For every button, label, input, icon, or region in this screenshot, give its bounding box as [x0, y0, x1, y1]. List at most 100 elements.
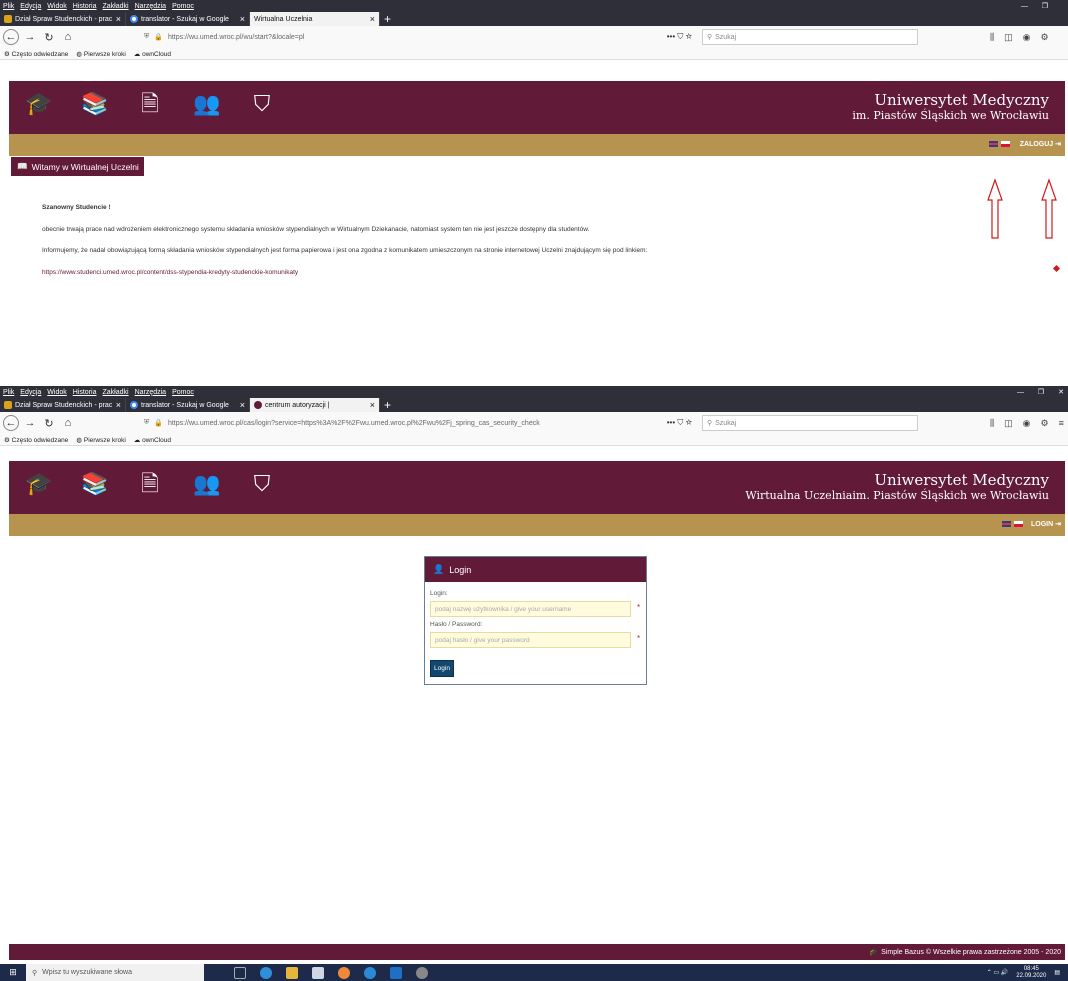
sidebar-icon[interactable]: ◫ [1004, 32, 1013, 43]
edge-icon[interactable] [260, 966, 272, 979]
menu-item[interactable]: Narzędzia [135, 389, 167, 396]
document-icon[interactable]: 🗎 [137, 91, 163, 117]
menu-item[interactable]: Pomoc [172, 3, 194, 10]
username-input[interactable]: podaj nazwę użytkownika / give your user… [430, 601, 631, 617]
login-button[interactable]: Login [430, 660, 454, 677]
new-tab-button[interactable]: + [380, 398, 395, 412]
home-icon[interactable]: ⌂ [60, 415, 76, 431]
library-icon[interactable]: ⫼ [990, 32, 994, 43]
back-icon[interactable]: ← [3, 415, 19, 431]
tab[interactable]: translator - Szukaj w Google × [126, 12, 250, 26]
reload-icon[interactable]: ↻ [41, 415, 57, 431]
home-icon[interactable]: ⌂ [60, 29, 76, 45]
menu-item[interactable]: Zakładki [102, 3, 128, 10]
new-tab-button[interactable]: + [380, 12, 395, 26]
menu-item[interactable]: Plik [3, 389, 14, 396]
bookmark-item[interactable]: ◍ Pierwsze kroki [76, 50, 125, 58]
lecture-icon[interactable]: ⛉ [249, 91, 275, 117]
class-icon[interactable]: 👥 [193, 471, 220, 497]
library-icon[interactable]: ⫼ [990, 418, 994, 429]
tab[interactable]: Dział Spraw Studenckich - prac × [0, 398, 126, 412]
menu-item[interactable]: Zakładki [102, 389, 128, 396]
close-icon[interactable]: × [240, 14, 245, 24]
menu-item[interactable]: Narzędzia [135, 3, 167, 10]
minimize-icon[interactable]: — [1021, 3, 1028, 10]
forward-icon[interactable]: → [22, 415, 38, 431]
books-icon[interactable]: 📚 [81, 471, 108, 497]
graduation-cap-icon[interactable]: 🎓 [25, 471, 52, 497]
maximize-icon[interactable]: ❐ [1038, 388, 1044, 396]
page-actions-icon[interactable]: ••• ⛉ ☆ [667, 418, 692, 428]
flag-en-icon[interactable] [989, 141, 998, 147]
app-icon[interactable] [364, 966, 376, 979]
extension-icon[interactable]: ⚙ [1041, 32, 1049, 43]
sidebar-icon[interactable]: ◫ [1004, 418, 1013, 429]
page-actions-icon[interactable]: ••• ⛉ ☆ [667, 32, 692, 42]
flag-pl-icon[interactable] [1014, 521, 1023, 527]
time: 08:45 [1023, 966, 1039, 972]
books-icon[interactable]: 📚 [81, 91, 108, 117]
taskbar-search[interactable]: ⚲ Wpisz tu wyszukiwane słowa [26, 964, 204, 981]
lecture-icon[interactable]: ⛉ [249, 471, 275, 497]
tab[interactable]: translator - Szukaj w Google × [126, 398, 250, 412]
menu-item[interactable]: Plik [3, 3, 14, 10]
account-icon[interactable]: ◉ [1023, 32, 1031, 43]
outlook-icon[interactable] [390, 966, 402, 979]
menu-item[interactable]: Widok [47, 3, 66, 10]
menu-item[interactable]: Widok [47, 389, 66, 396]
close-icon[interactable]: × [116, 400, 121, 410]
bookmark-item[interactable]: ◍ Pierwsze kroki [76, 436, 125, 444]
close-window-icon[interactable]: ✕ [1058, 388, 1064, 396]
menu-item[interactable]: Historia [73, 389, 97, 396]
firefox-icon[interactable] [338, 966, 350, 979]
url-bar[interactable]: ⛨ 🔒 https://wu.umed.wroc.pl/cas/login?se… [140, 415, 696, 431]
document-icon[interactable]: 🗎 [137, 471, 163, 497]
flag-en-icon[interactable] [1002, 521, 1011, 527]
menu-item[interactable]: Historia [73, 3, 97, 10]
stipend-link[interactable]: https://www.studenci.umed.wroc.pl/conten… [42, 269, 298, 276]
password-input[interactable]: podaj hasło / give your password [430, 632, 631, 648]
close-icon[interactable]: × [116, 14, 121, 24]
required-icon: * [637, 603, 641, 612]
clock[interactable]: 08:45 22.09.2020 [1016, 966, 1046, 979]
menu-item[interactable]: Edycja [20, 3, 41, 10]
tray-icons[interactable]: ⌃ ▭ 🔊 [987, 969, 1009, 976]
reload-icon[interactable]: ↻ [41, 29, 57, 45]
store-icon[interactable] [312, 966, 324, 979]
bookmark-item[interactable]: ⚙ Często odwiedzane [4, 50, 68, 58]
maximize-icon[interactable]: ❐ [1042, 2, 1048, 10]
search-box[interactable]: ⚲ Szukaj [702, 415, 918, 431]
close-icon[interactable]: × [370, 400, 375, 410]
url-bar[interactable]: ⛨ 🔒 https://wu.umed.wroc.pl/wu/start?&lo… [140, 29, 696, 45]
task-view-icon[interactable] [234, 966, 246, 979]
close-icon[interactable]: × [240, 400, 245, 410]
menu-item[interactable]: Pomoc [172, 389, 194, 396]
tab-label: Wirtualna Uczelnia [254, 15, 313, 23]
login-link[interactable]: LOGIN ⇥ [1031, 520, 1061, 528]
paragraph: Informujemy, że nadal obowiązującą formą… [42, 247, 648, 254]
class-icon[interactable]: 👥 [193, 91, 220, 117]
close-icon[interactable]: × [370, 14, 375, 24]
extension-icon[interactable]: ⚙ [1041, 418, 1049, 429]
start-button[interactable]: ⊞ [0, 964, 26, 981]
account-icon[interactable]: ◉ [1023, 418, 1031, 429]
app-icon[interactable] [416, 966, 428, 979]
back-icon[interactable]: ← [3, 29, 19, 45]
bookmark-item[interactable]: ☁ ownCloud [134, 50, 171, 58]
flag-pl-icon[interactable] [1001, 141, 1010, 147]
bookmark-item[interactable]: ⚙ Często odwiedzane [4, 436, 68, 444]
tab-active[interactable]: Wirtualna Uczelnia × [250, 12, 380, 26]
tab-active[interactable]: centrum autoryzacji | × [250, 398, 380, 412]
tab[interactable]: Dział Spraw Studenckich - prac × [0, 12, 126, 26]
graduation-cap-icon[interactable]: 🎓 [25, 91, 52, 117]
file-explorer-icon[interactable] [286, 966, 298, 979]
notification-icon[interactable]: ▤ [1054, 969, 1060, 976]
menu-item[interactable]: Edycja [20, 389, 41, 396]
minimize-icon[interactable]: — [1017, 389, 1024, 396]
menu-icon[interactable]: ≡ [1059, 418, 1064, 429]
user-icon: 👤 [433, 564, 445, 574]
bookmark-item[interactable]: ☁ ownCloud [134, 436, 171, 444]
search-box[interactable]: ⚲ Szukaj [702, 29, 918, 45]
login-link[interactable]: ZALOGUJ ⇥ [1020, 140, 1061, 148]
forward-icon[interactable]: → [22, 29, 38, 45]
